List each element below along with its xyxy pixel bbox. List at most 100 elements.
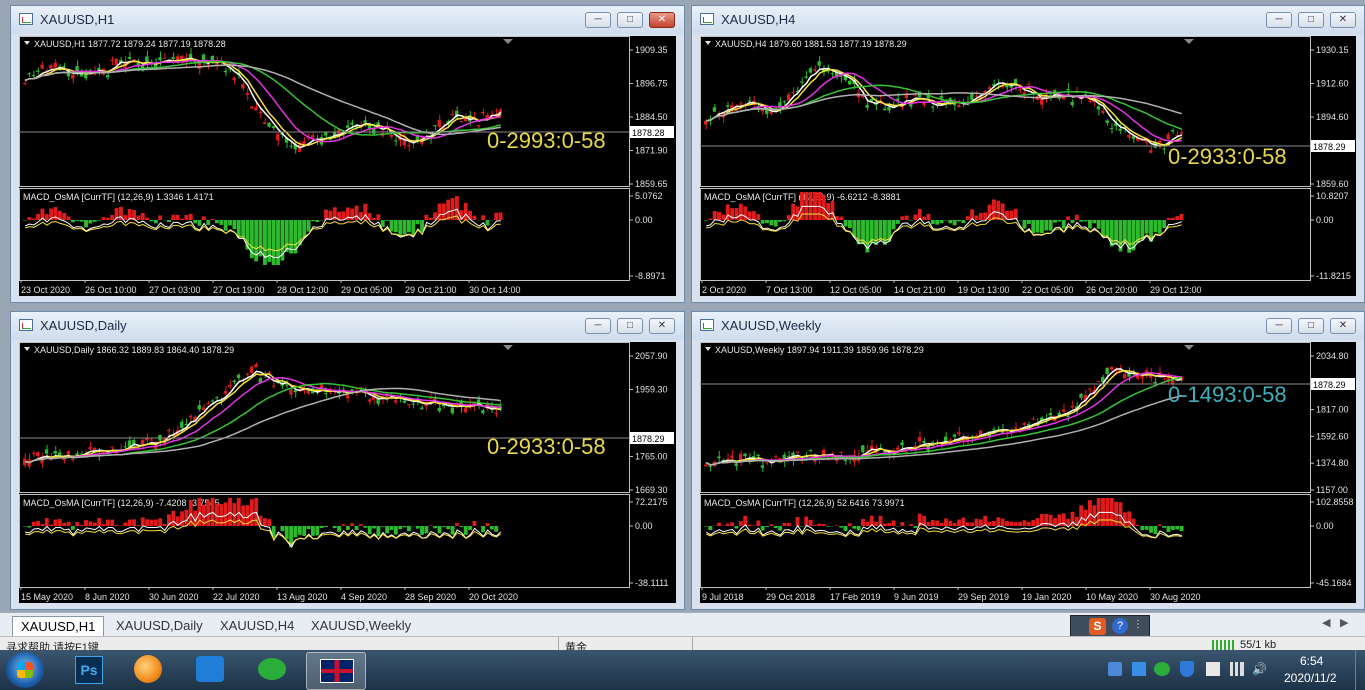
macd-histogram-bar [708,526,713,531]
candle-body [843,460,847,462]
price-scale-label: 1912.60 [1316,79,1349,89]
metatrader-taskbar-button[interactable] [306,652,366,690]
ma-white-line [705,368,1182,466]
window-titlebar[interactable]: XAUUSD,Daily ─ □ ✕ [11,312,684,340]
tab-xauusd-h1[interactable]: XAUUSD,H1 [12,616,105,636]
browser-taskbar-button[interactable] [128,652,168,688]
chart-canvas[interactable]: 1878.29 1930.15 1912.60 1894.60 1859.60 XAUUS… [700,36,1356,296]
trading-app-taskbar-button[interactable] [190,652,230,688]
time-axis-label: 28 Oct 12:00 [277,285,329,295]
chart-window-daily[interactable]: XAUUSD,Daily ─ □ ✕ 1878.29 2057.90 1959.30… [10,311,685,610]
price-scale-label: 1859.60 [1316,179,1349,189]
ime-menu-icon[interactable]: ⋮ [1133,619,1143,630]
macd-histogram-bar [778,220,783,222]
window-titlebar[interactable]: XAUUSD,H4 ─ □ ✕ [692,6,1364,34]
tab-xauusd-daily[interactable]: XAUUSD,Daily [108,616,211,636]
price-scale-label: 2057.90 [635,351,668,361]
macd-histogram-bar [930,220,935,225]
help-icon[interactable]: ? [1112,618,1128,634]
macd-histogram-bar [393,220,398,233]
tab-scroll-left-icon[interactable]: ◀ [1322,616,1330,629]
candle-body [734,463,738,466]
macd-histogram-bar [978,519,983,526]
chart-shift-marker-icon [503,39,513,44]
tray-wechat-icon[interactable] [1154,662,1170,676]
macd-histogram-bar [891,220,896,230]
macd-histogram-bar [402,220,407,235]
chart-canvas[interactable]: 1878.29 2034.80 1817.00 1592.60 1374.80 1157.… [700,342,1356,603]
show-desktop-button[interactable] [1355,650,1365,690]
chart-svg[interactable]: 1878.28 1909.35 1896.75 1884.50 1871.90 1859.… [19,36,676,296]
macd-histogram-bar [84,220,88,228]
minimize-button[interactable]: ─ [1266,318,1292,334]
close-button[interactable]: ✕ [1330,318,1356,334]
candle-body [223,391,228,394]
tray-notes-icon[interactable] [1132,662,1146,676]
chart-svg[interactable]: 1878.29 1930.15 1912.60 1894.60 1859.60 XAUUS… [700,36,1358,296]
macd-histogram-bar [40,523,45,526]
price-scale-label: 2034.80 [1316,351,1349,361]
chart-window-weekly[interactable]: XAUUSD,Weekly ─ □ ✕ 1878.29 2034.80 1817.0… [691,311,1365,610]
macd-histogram-bar [201,216,206,220]
maximize-button[interactable]: □ [617,12,643,28]
window-titlebar[interactable]: XAUUSD,H1 ─ □ ✕ [11,6,684,34]
macd-histogram-bar [904,215,909,220]
minimize-button[interactable]: ─ [1266,12,1292,28]
status-bar: 寻求帮助,请按F1键 黄金 55/1 kb [0,636,1365,651]
macd-histogram-bar [415,220,420,225]
macd-scale-label: 0.00 [635,521,653,531]
macd-histogram-bar [948,220,953,224]
close-button[interactable]: ✕ [649,12,675,28]
minimize-button[interactable]: ─ [585,12,611,28]
macd-histogram-bar [939,522,944,526]
tab-scroll-right-icon[interactable]: ▶ [1340,616,1348,629]
chart-svg[interactable]: 1878.29 2057.90 1959.30 1765.00 1669.30 XAUUS… [19,342,676,603]
windows-taskbar: Ps 🔊 6:54 2020/11/2 [0,650,1365,690]
taskbar-clock-date[interactable]: 2020/11/2 [1284,671,1337,685]
candle-body [167,429,171,432]
macd-histogram-bar [71,220,75,223]
price-scale-label: 1871.90 [635,146,668,156]
maximize-button[interactable]: □ [617,318,643,334]
photoshop-taskbar-button[interactable]: Ps [70,652,106,688]
sogou-icon[interactable]: S [1089,618,1106,635]
macd-histogram-bar [27,217,32,220]
chart-window-h1[interactable]: XAUUSD,H1 ─ □ ✕ 1878.28 1909.35 1896.75 188… [10,5,685,303]
tray-app-icon[interactable] [1108,662,1122,676]
ma-yellow-line [705,369,1182,466]
time-axis-label: 23 Oct 2020 [21,285,70,295]
macd-plot-frame [19,188,630,281]
candle-body [1162,148,1166,150]
start-button[interactable] [6,652,44,688]
chart-canvas[interactable]: 1878.28 1909.35 1896.75 1884.50 1871.90 1859.… [19,36,676,296]
tray-shield-icon[interactable] [1180,661,1194,677]
network-icon[interactable] [1230,662,1244,676]
close-button[interactable]: ✕ [649,318,675,334]
candle-body [970,93,974,100]
macd-histogram-bar [31,218,36,220]
macd-histogram-bar [49,524,54,526]
maximize-button[interactable]: □ [1298,12,1324,28]
taskbar-clock-time[interactable]: 6:54 [1300,654,1323,668]
chart-window-h4[interactable]: XAUUSD,H4 ─ □ ✕ 1878.29 1930.15 1912.60 189… [691,5,1365,303]
macd-histogram-bar [848,220,852,229]
maximize-button[interactable]: □ [1298,318,1324,334]
chart-canvas[interactable]: 1878.29 2057.90 1959.30 1765.00 1669.30 XAUUS… [19,342,676,603]
chart-svg[interactable]: 1878.29 2034.80 1817.00 1592.60 1374.80 1157.… [700,342,1358,603]
tab-xauusd-weekly[interactable]: XAUUSD,Weekly [303,616,419,636]
tab-xauusd-h4[interactable]: XAUUSD,H4 [212,616,302,636]
macd-histogram-bar [734,208,739,220]
minimize-button[interactable]: ─ [585,318,611,334]
candle-body [922,440,926,443]
macd-histogram-bar [306,526,311,530]
tray-flag-icon[interactable] [1206,662,1220,676]
candle-body [481,410,485,414]
wechat-taskbar-button[interactable] [250,652,294,688]
candle-body [110,59,114,61]
wechat-icon [258,658,286,680]
restore-button[interactable]: ✕ [1330,12,1356,28]
volume-icon[interactable]: 🔊 [1252,662,1267,676]
window-title: XAUUSD,H1 [40,12,115,27]
macd-histogram-bar [887,522,892,526]
window-titlebar[interactable]: XAUUSD,Weekly ─ □ ✕ [692,312,1364,340]
